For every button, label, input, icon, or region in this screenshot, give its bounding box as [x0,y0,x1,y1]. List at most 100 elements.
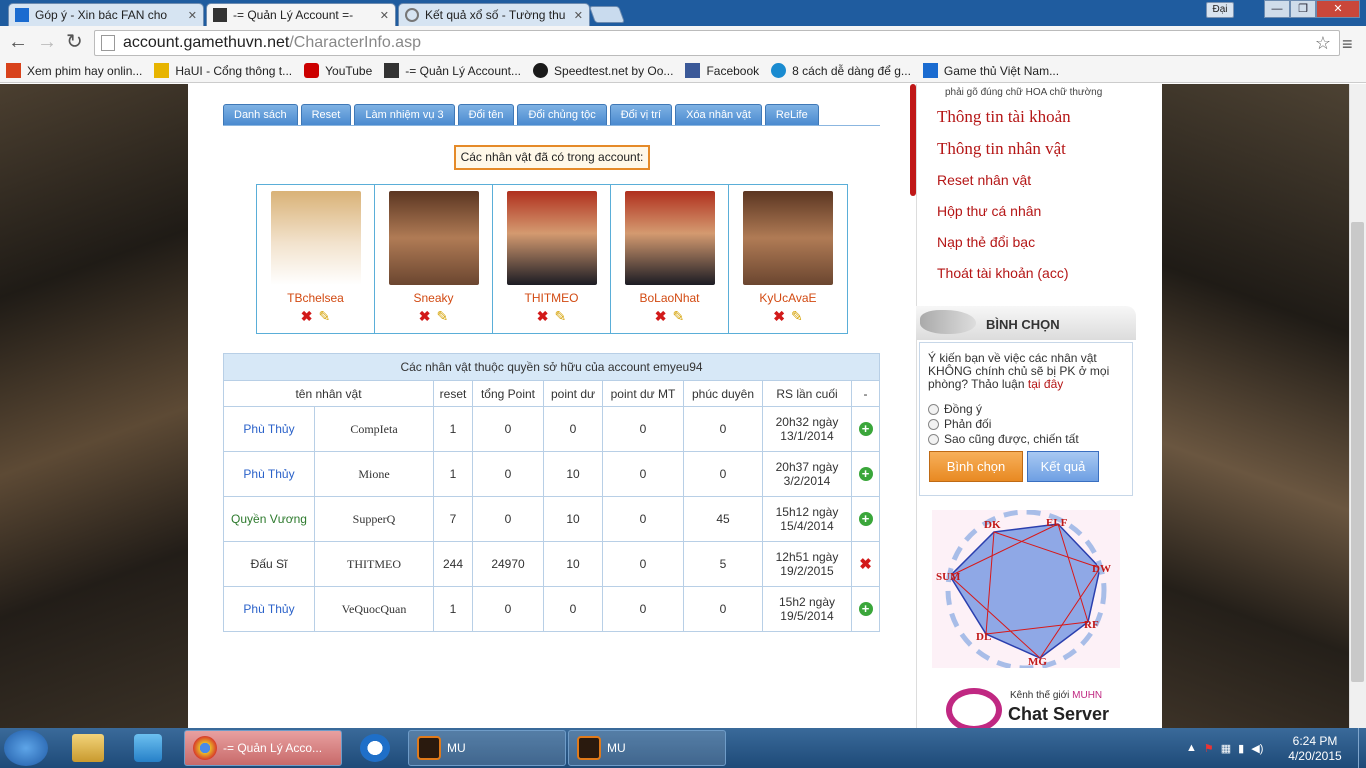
last-reset-time: 15h2 ngày [778,595,836,609]
poll-discussion-link[interactable]: tại đây [1028,377,1063,391]
radio-button[interactable] [928,418,939,430]
delete-icon[interactable]: ✖ [301,308,313,325]
remove-icon[interactable]: ✖ [859,556,872,573]
character-portrait[interactable] [388,191,479,285]
link-mailbox[interactable]: Hộp thư cá nhân [937,203,1041,219]
window-close-button[interactable]: ✕ [1316,0,1360,18]
character-portrait[interactable] [624,191,715,285]
character-portrait[interactable] [506,191,597,285]
tab-rename[interactable]: Đổi tên [457,104,515,126]
add-icon[interactable]: + [858,467,873,481]
media-player-icon[interactable] [134,734,162,762]
character-name[interactable]: Sneaky [413,291,453,305]
signal-icon[interactable]: ▮ [1238,742,1244,755]
tab-list[interactable]: Danh sách [223,104,298,126]
chat-subtitle-text: Kênh thế giới [1010,690,1070,701]
radio-button[interactable] [928,403,939,415]
start-button[interactable] [4,730,48,766]
bookmark-icon [154,63,170,78]
tab-delete-character[interactable]: Xóa nhân vật [675,104,762,126]
poll-option[interactable]: Phản đối [928,417,991,431]
safari-icon[interactable] [360,734,390,762]
close-icon[interactable]: ✕ [570,9,583,22]
delete-icon[interactable]: ✖ [537,308,549,325]
delete-icon[interactable]: ✖ [773,308,785,325]
add-icon[interactable]: + [858,422,873,436]
poll-option-label: Sao cũng được, chiến tất [944,432,1079,446]
tab-change-position[interactable]: Đổi vị trí [609,104,673,126]
tab-relife[interactable]: ReLife [764,104,819,126]
vote-button[interactable]: Bình chọn [929,451,1023,482]
character-portrait[interactable] [270,191,361,285]
delete-icon[interactable]: ✖ [655,308,667,325]
add-icon[interactable]: + [858,512,873,526]
bookmark-label: YouTube [325,63,373,78]
bookmark-label: Speedtest.net by Oo... [554,63,674,78]
volume-icon[interactable]: ◀) [1251,742,1263,755]
character-card: TBchelsea ✖ ✎ [257,185,375,333]
taskbar-item-chrome[interactable]: -= Quản Lý Acco... [184,730,342,766]
taskbar-item-mu-1[interactable]: MU [408,730,566,766]
restore-button[interactable]: ❐ [1290,0,1316,18]
tab-quest-3[interactable]: Làm nhiệm vụ 3 [354,104,455,126]
network-icon[interactable]: ▦ [1221,742,1231,755]
edit-pencil-icon[interactable]: ✎ [319,308,331,325]
bookmark-item[interactable]: Game thủ Việt Nam... [922,63,1059,78]
web-page: Danh sách Reset Làm nhiệm vụ 3 Đổi tên Đ… [0,84,1349,728]
link-topup[interactable]: Nạp thẻ đổi bạc [937,234,1035,250]
close-icon[interactable]: ✕ [184,9,197,22]
edit-pencil-icon[interactable]: ✎ [437,308,449,325]
edit-pencil-icon[interactable]: ✎ [555,308,567,325]
edit-pencil-icon[interactable]: ✎ [791,308,803,325]
bookmark-item[interactable]: Xem phim hay onlin... [6,63,142,78]
browser-tab-1[interactable]: Góp ý - Xin bác FAN cho ✕ [8,3,204,26]
show-desktop-button[interactable] [1358,728,1366,768]
link-logout[interactable]: Thoát tài khoản (acc) [937,265,1069,281]
results-button[interactable]: Kết quả [1027,451,1099,482]
poll-option[interactable]: Đồng ý [928,402,982,416]
address-bar[interactable]: account.gamethuvn.net/CharacterInfo.asp … [94,30,1340,56]
bookmark-item[interactable]: Facebook [685,63,759,78]
link-account-info[interactable]: Thông tin tài khoản [937,107,1071,127]
character-class: Phù Thủy [223,406,315,452]
link-reset-character[interactable]: Reset nhân vật [937,172,1031,188]
bookmark-item[interactable]: HaUI - Cổng thông t... [154,63,292,78]
close-icon[interactable]: ✕ [376,9,389,22]
clock[interactable]: 6:24 PM 4/20/2015 [1280,734,1350,764]
forward-arrow-icon[interactable]: → [37,32,57,52]
back-arrow-icon[interactable]: ← [8,32,28,52]
character-portrait[interactable] [743,191,833,285]
star-icon[interactable]: ☆ [1315,33,1331,54]
new-tab-button[interactable] [588,6,626,23]
character-name[interactable]: KyUcAvaE [759,291,816,305]
browser-tab-2[interactable]: -= Quản Lý Account =- ✕ [206,3,396,26]
bookmark-item[interactable]: YouTube [304,63,372,78]
menu-icon[interactable]: ≡ [1342,34,1353,55]
last-reset-date: 3/2/2014 [783,474,831,488]
delete-icon[interactable]: ✖ [419,308,431,325]
edit-pencil-icon[interactable]: ✎ [673,308,685,325]
taskbar-item-mu-2[interactable]: MU [568,730,726,766]
character-name[interactable]: THITMEO [525,291,579,305]
bookmark-item[interactable]: 8 cách dễ dàng để g... [771,63,911,78]
flag-icon[interactable]: ⚑ [1204,742,1214,755]
class-label-rf: RF [1084,619,1099,631]
browser-tab-title: Kết quả xổ số - Tường thu [425,8,566,22]
browser-tab-3[interactable]: Kết quả xổ số - Tường thu ✕ [398,3,590,26]
show-hidden-icons[interactable]: ▲ [1186,742,1197,755]
bookmark-item[interactable]: Speedtest.net by Oo... [533,63,673,78]
character-name[interactable]: TBchelsea [287,291,344,305]
radio-button[interactable] [928,433,939,445]
bookmark-item[interactable]: -= Quản Lý Account... [384,63,521,78]
poll-option[interactable]: Sao cũng được, chiến tất [928,432,1079,446]
reload-icon[interactable]: ↻ [66,32,83,52]
tab-reset[interactable]: Reset [300,104,352,126]
link-character-info[interactable]: Thông tin nhân vật [937,139,1066,159]
file-explorer-icon[interactable] [72,734,104,762]
tab-change-race[interactable]: Đổi chủng tộc [517,104,607,126]
add-icon[interactable]: + [858,602,873,616]
scrollbar-thumb[interactable] [1351,222,1364,682]
character-name[interactable]: BoLaoNhat [639,291,699,305]
minimize-button[interactable]: — [1264,0,1290,18]
profile-button[interactable]: Đại [1206,2,1234,18]
